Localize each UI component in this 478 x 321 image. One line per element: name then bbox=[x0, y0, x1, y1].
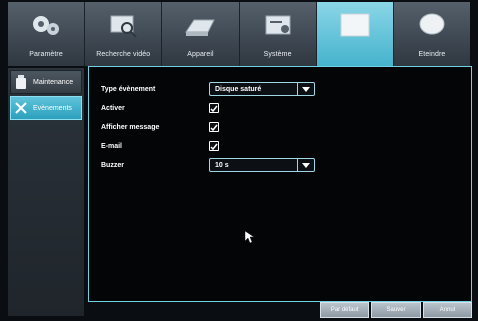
tools-icon bbox=[15, 102, 27, 114]
event-type-value: Disque saturé bbox=[215, 85, 262, 93]
tab-recherche-video[interactable]: Recherche vidéo bbox=[85, 2, 163, 66]
buzzer-label: Buzzer bbox=[101, 161, 124, 169]
show-message-label: Afficher message bbox=[101, 123, 160, 131]
system-icon bbox=[265, 15, 291, 35]
buzzer-value: 10 s bbox=[215, 161, 229, 169]
enable-row: Activer bbox=[101, 100, 219, 116]
tab-appareil[interactable]: Appareil bbox=[162, 2, 240, 66]
event-type-row: Type évènement Disque saturé bbox=[101, 81, 315, 97]
mouse-pointer-icon bbox=[245, 231, 255, 243]
power-icon bbox=[419, 13, 445, 35]
tab-systeme[interactable]: Système bbox=[239, 2, 317, 66]
event-type-dropdown[interactable]: Disque saturé bbox=[209, 82, 315, 96]
tab-label: Appareil bbox=[187, 51, 214, 58]
tab-label: Eteindre bbox=[418, 51, 446, 58]
show-message-checkbox[interactable] bbox=[209, 122, 219, 132]
chevron-down-icon bbox=[297, 159, 314, 171]
checkmark-icon bbox=[210, 124, 218, 131]
enable-label: Activer bbox=[101, 104, 125, 112]
chevron-down-icon bbox=[297, 83, 314, 95]
event-settings-panel: Type évènement Disque saturé Activer Aff… bbox=[88, 66, 472, 302]
enable-checkbox[interactable] bbox=[209, 103, 219, 113]
tab-label: Recherche vidéo bbox=[96, 51, 151, 58]
tab-eteindre[interactable]: Eteindre bbox=[393, 2, 471, 66]
main-menu-tabs: Paramètre Recherche vidéo Appareil Systè… bbox=[8, 2, 471, 66]
sidebar: Maintenance Evènements bbox=[8, 68, 84, 316]
save-button[interactable]: Sauver bbox=[371, 302, 421, 318]
tab-parametre[interactable]: Paramètre bbox=[8, 2, 86, 66]
checkmark-icon bbox=[210, 105, 218, 112]
email-row: E-mail bbox=[101, 138, 219, 154]
usb-drive-icon bbox=[16, 75, 26, 89]
email-checkbox[interactable] bbox=[209, 141, 219, 151]
default-button-label: Par défaut bbox=[330, 307, 359, 313]
event-type-label: Type évènement bbox=[101, 85, 156, 93]
checkmark-icon bbox=[210, 143, 218, 150]
email-label: E-mail bbox=[101, 142, 123, 150]
save-button-label: Sauver bbox=[386, 307, 406, 313]
show-message-row: Afficher message bbox=[101, 119, 219, 135]
sidebar-item-evenements[interactable]: Evènements bbox=[10, 96, 82, 120]
default-button[interactable]: Par défaut bbox=[320, 302, 370, 318]
cancel-button[interactable]: Annul bbox=[422, 302, 472, 318]
tab-label: Système bbox=[263, 51, 292, 58]
tab-active-selected[interactable] bbox=[316, 2, 394, 66]
buzzer-dropdown[interactable]: 10 s bbox=[209, 158, 315, 172]
hard-drive-icon bbox=[185, 19, 216, 36]
video-search-icon bbox=[110, 15, 137, 38]
cancel-button-label: Annul bbox=[439, 307, 455, 313]
sidebar-item-maintenance[interactable]: Maintenance bbox=[10, 70, 82, 94]
buzzer-row: Buzzer 10 s bbox=[101, 157, 315, 173]
blank-screen-icon bbox=[340, 13, 370, 37]
gears-icon bbox=[33, 16, 60, 35]
sidebar-item-label: Maintenance bbox=[33, 78, 74, 86]
tab-label: Paramètre bbox=[29, 51, 63, 58]
sidebar-item-label: Evènements bbox=[33, 104, 72, 112]
action-buttons: Par défaut Sauver Annul bbox=[318, 302, 472, 318]
